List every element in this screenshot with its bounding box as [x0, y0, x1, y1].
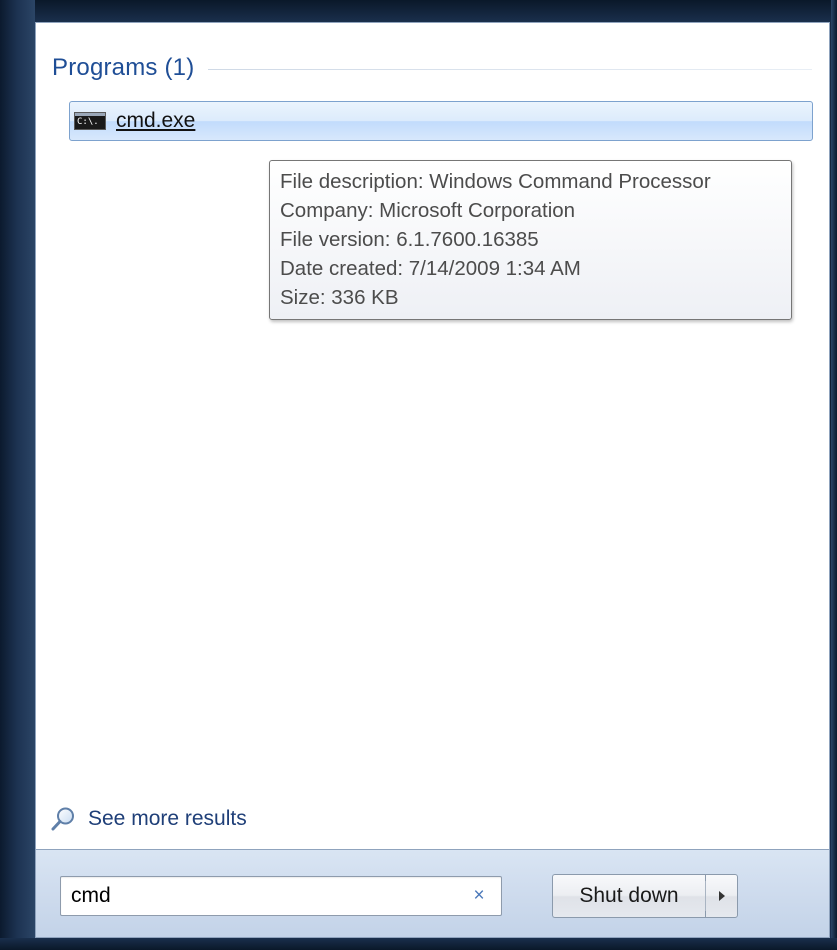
tooltip-date-created: Date created: 7/14/2009 1:34 AM [280, 257, 581, 280]
programs-section-title: Programs (1) [52, 54, 195, 81]
programs-section-header: Programs (1) [52, 53, 812, 83]
frame-top-edge [0, 0, 837, 22]
search-results-panel: Programs (1) C:\. cmd.exe File descripti… [35, 22, 830, 850]
shutdown-options-button[interactable] [705, 874, 738, 918]
command-prompt-icon-text: C:\. [77, 117, 99, 127]
section-divider [208, 68, 812, 70]
command-prompt-icon: C:\. [74, 112, 106, 130]
result-item-cmd[interactable]: C:\. cmd.exe [69, 101, 813, 141]
shutdown-control: Shut down [552, 874, 738, 918]
tooltip-file-version: File version: 6.1.7600.16385 [280, 228, 539, 251]
file-info-tooltip: File description: Windows Command Proces… [269, 160, 792, 320]
see-more-results-link[interactable]: See more results [50, 804, 247, 834]
magnifier-icon [51, 807, 74, 831]
start-menu-bottom-bar: × Shut down [35, 850, 830, 938]
tooltip-file-description: File description: Windows Command Proces… [280, 170, 711, 193]
result-item-label: cmd.exe [116, 109, 196, 132]
tooltip-company: Company: Microsoft Corporation [280, 199, 576, 222]
frame-left-edge [0, 0, 35, 950]
search-input[interactable] [61, 877, 461, 915]
tooltip-size: Size: 336 KB [280, 286, 399, 309]
frame-right-edge [831, 0, 837, 950]
clear-search-icon[interactable]: × [469, 886, 489, 906]
frame-bottom-edge [0, 938, 837, 950]
see-more-results-label: See more results [88, 807, 247, 830]
shutdown-button[interactable]: Shut down [552, 874, 705, 918]
search-box: × [60, 876, 502, 916]
chevron-right-icon [718, 891, 725, 901]
